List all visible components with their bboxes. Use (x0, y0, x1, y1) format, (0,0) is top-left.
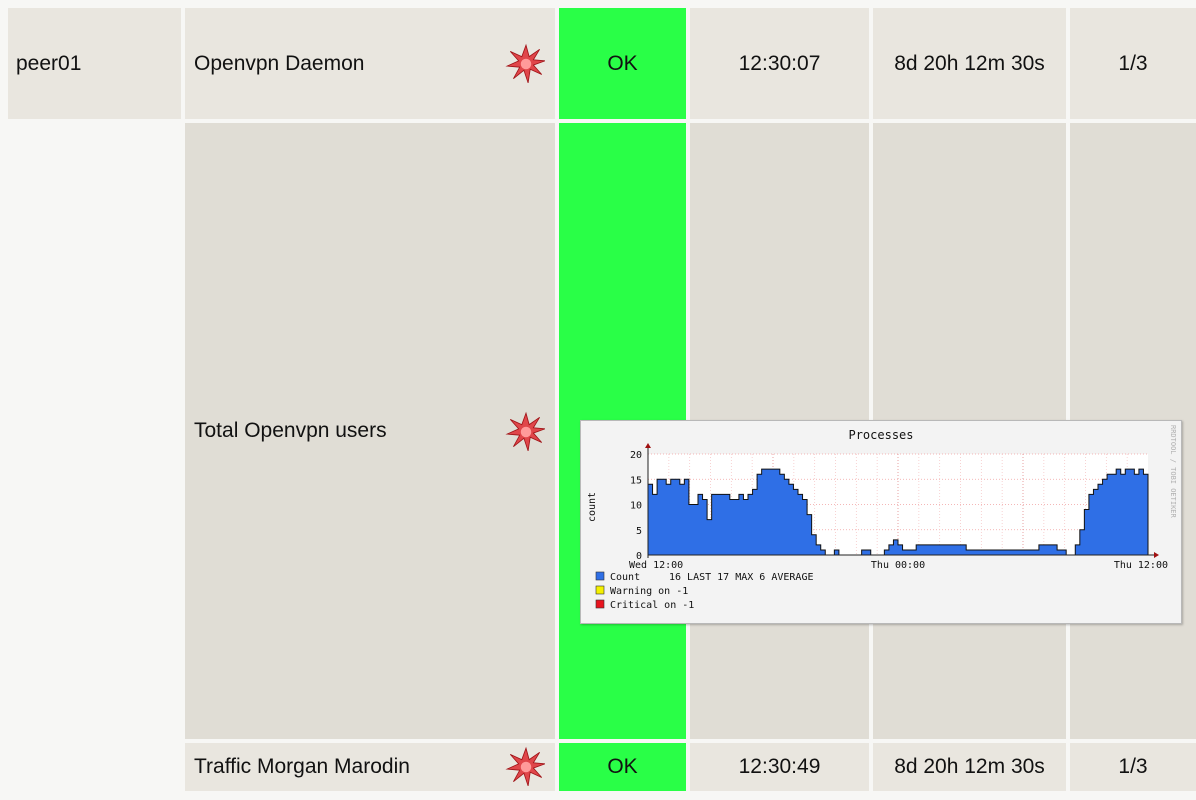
attempt-text: 1/3 (1118, 51, 1148, 75)
explosion-star-icon[interactable] (505, 746, 547, 788)
graph-popup: Processes count RRDTOOL / TOBI OETIKER 0… (580, 420, 1182, 624)
legend-swatch (595, 585, 605, 595)
chart-watermark: RRDTOOL / TOBI OETIKER (1169, 425, 1177, 519)
chart-title: Processes (848, 428, 913, 442)
y-tick-label: 20 (630, 450, 642, 461)
host-name[interactable]: peer01 (16, 52, 81, 76)
legend-label: Critical on -1 (610, 600, 694, 611)
service-cell[interactable]: Openvpn Daemon (185, 8, 555, 119)
last-check-time: 12:30:07 (738, 51, 821, 75)
legend-label: Count (610, 572, 640, 583)
duration-text: 8d 20h 12m 30s (894, 755, 1045, 778)
explosion-star-icon[interactable] (505, 43, 547, 85)
x-tick-label: Thu 12:00 (1114, 560, 1168, 571)
last-check-time: 12:30:49 (738, 755, 821, 778)
host-cell[interactable]: peer01 (8, 8, 181, 119)
legend-stats: 16 LAST 17 MAX 6 AVERAGE (669, 572, 814, 583)
status-text: OK (607, 51, 638, 75)
y-tick-label: 15 (630, 475, 642, 486)
last-check-cell: 12:30:49 (690, 743, 869, 791)
service-cell[interactable]: Total Openvpn users (185, 123, 555, 739)
service-name[interactable]: Traffic Morgan Marodin (194, 755, 410, 779)
attempt-text: 1/3 (1118, 755, 1148, 778)
duration-cell: 8d 20h 12m 30s (873, 8, 1066, 119)
x-tick-label: Wed 12:00 (629, 560, 683, 571)
x-tick-label: Thu 00:00 (871, 560, 925, 571)
service-name[interactable]: Total Openvpn users (194, 419, 387, 443)
y-tick-label: 10 (630, 501, 642, 512)
service-cell[interactable]: Traffic Morgan Marodin (185, 743, 555, 791)
status-ok-cell: OK (559, 8, 686, 119)
last-check-cell: 12:30:07 (690, 8, 869, 119)
legend-swatch (595, 599, 605, 609)
y-axis-arrow (645, 443, 651, 448)
x-axis-arrow (1154, 552, 1159, 558)
explosion-star-icon[interactable] (505, 411, 547, 453)
attempt-cell: 1/3 (1070, 8, 1196, 119)
processes-chart: Processes count RRDTOOL / TOBI OETIKER 0… (587, 425, 1177, 611)
legend-label: Warning on -1 (610, 586, 688, 597)
y-tick-label: 5 (636, 526, 642, 537)
service-name[interactable]: Openvpn Daemon (194, 52, 364, 76)
duration-text: 8d 20h 12m 30s (894, 51, 1045, 75)
attempt-cell: 1/3 (1070, 743, 1196, 791)
duration-cell: 8d 20h 12m 30s (873, 743, 1066, 791)
y-axis-label: count (587, 492, 598, 522)
legend-swatch (595, 571, 605, 581)
status-text: OK (607, 755, 638, 778)
status-ok-cell: OK (559, 743, 686, 791)
